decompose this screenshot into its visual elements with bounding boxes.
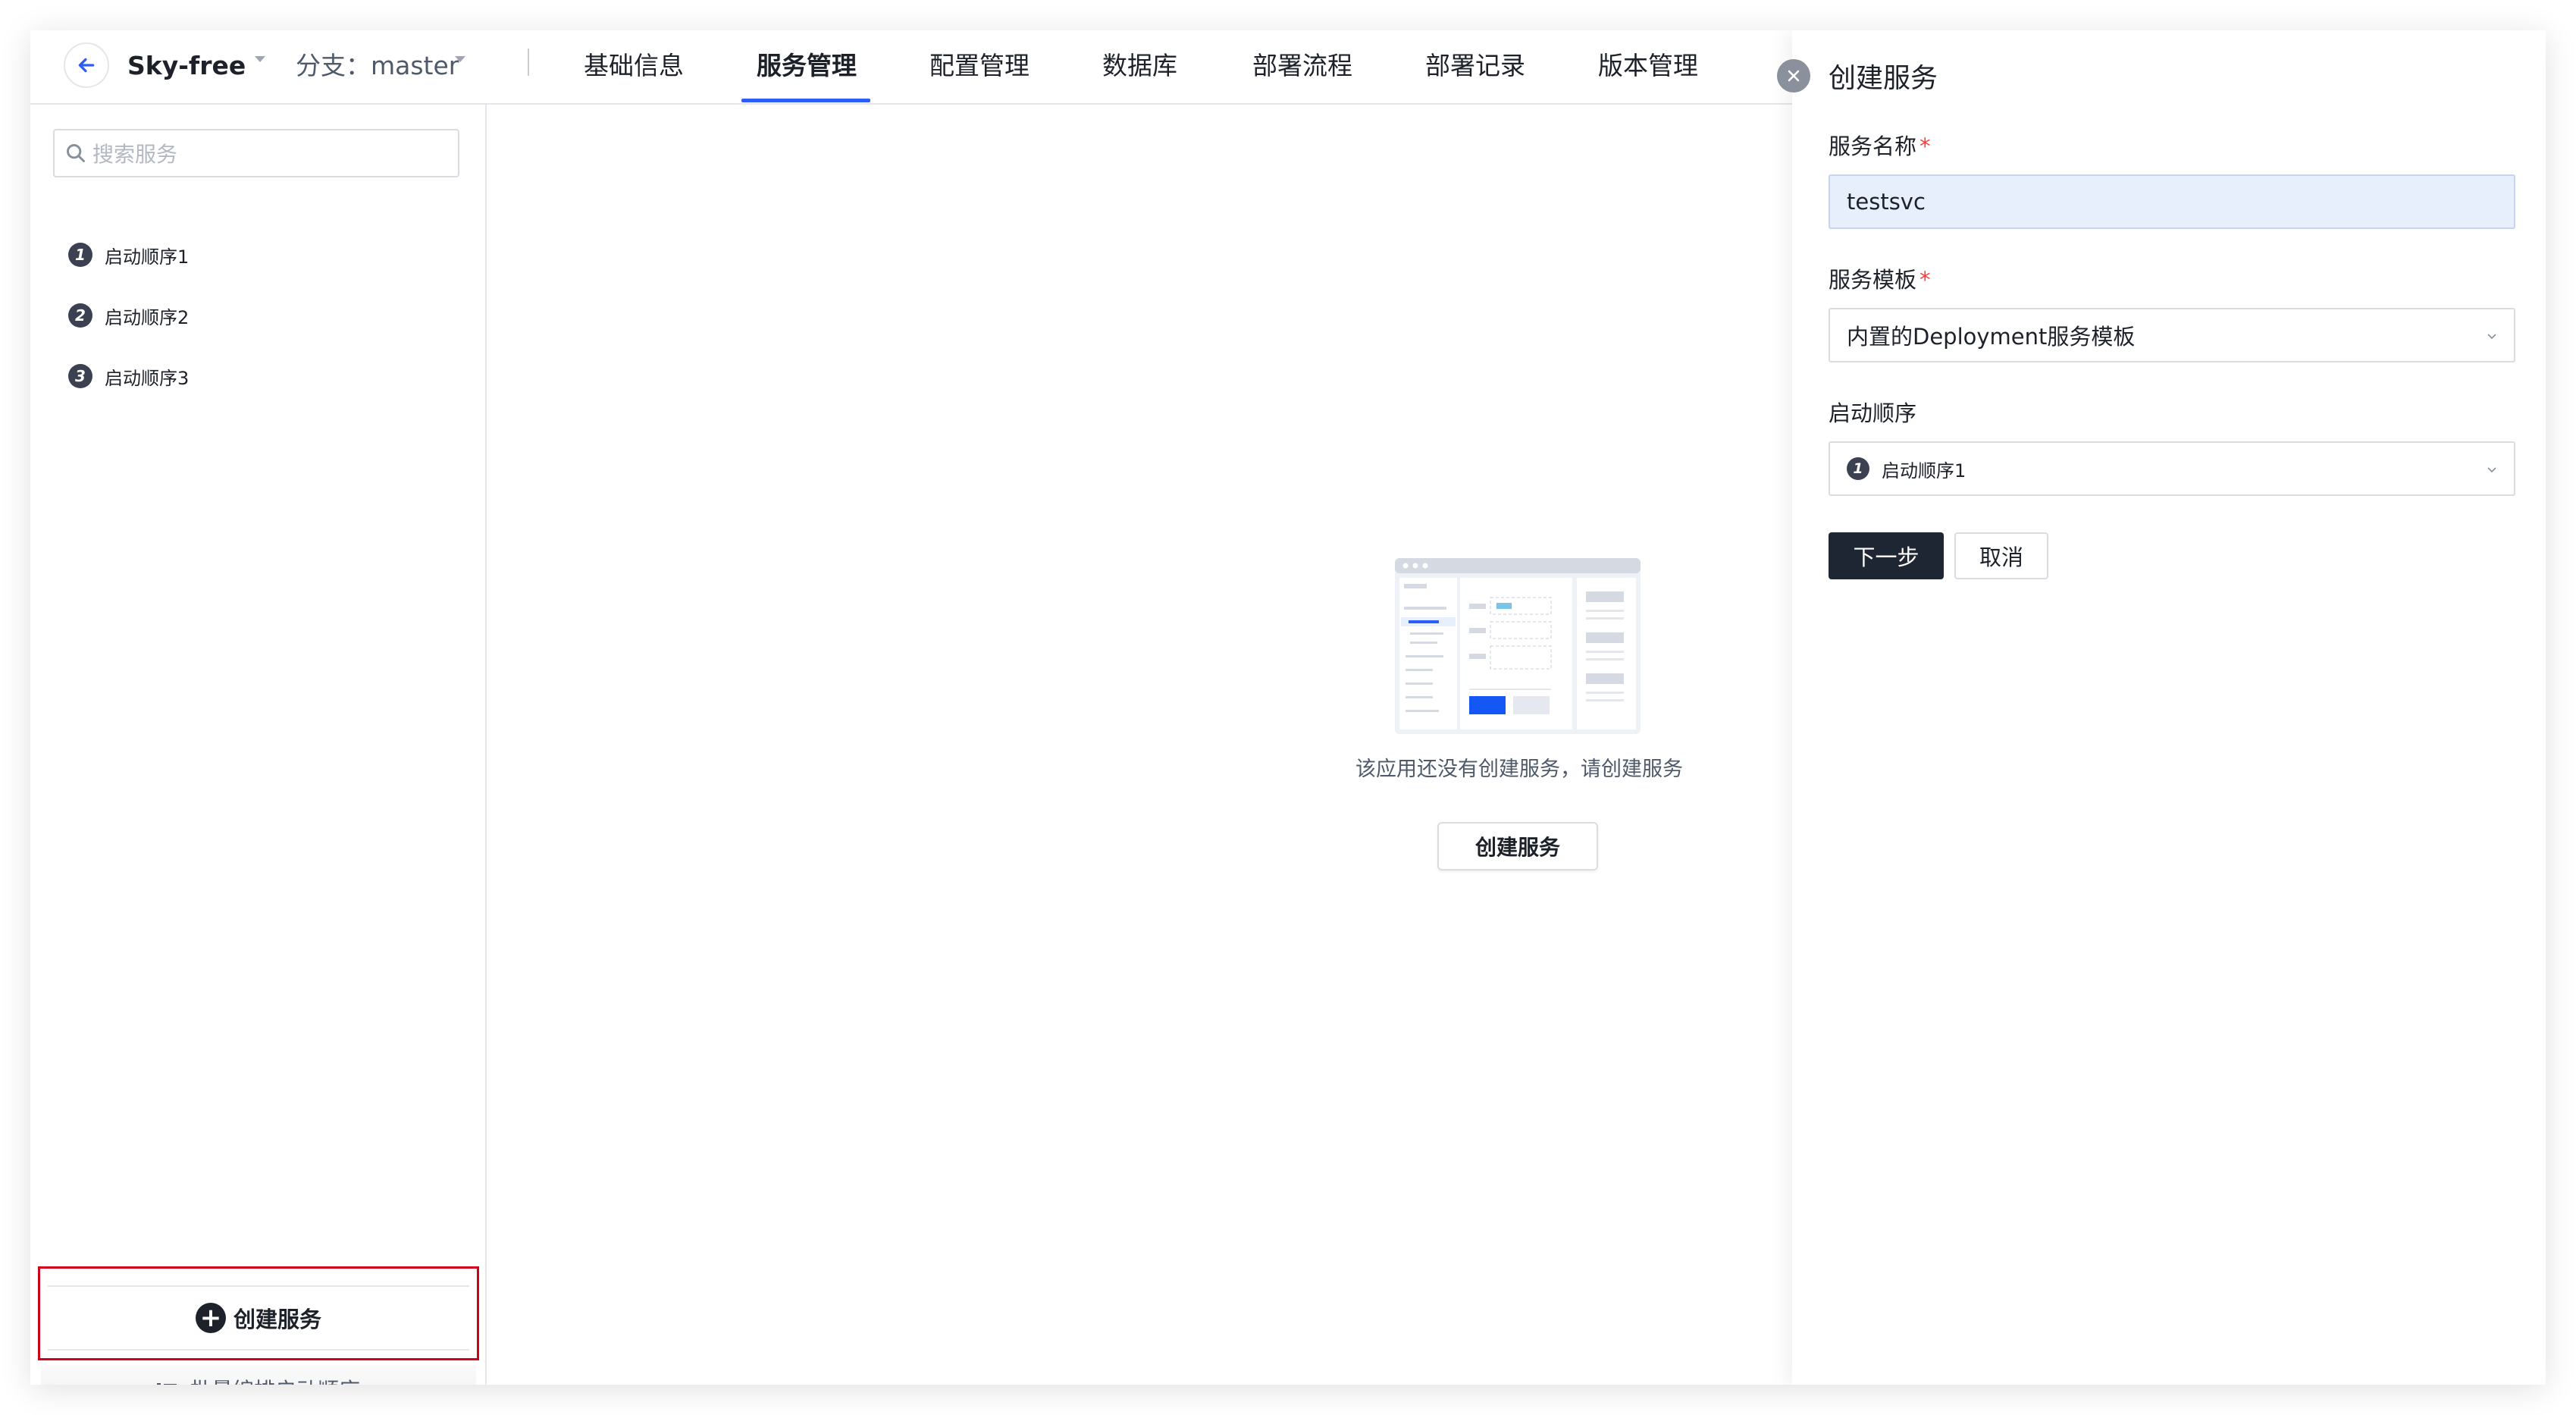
order-number-badge: 1: [1847, 457, 1869, 480]
service-sidebar: 1 启动顺序1 2 启动顺序2 3 启动顺序3 + 创建服务 批量编排启动顺序: [30, 105, 487, 1385]
start-order-select[interactable]: 1 启动顺序1: [1829, 441, 2515, 496]
app-window: Sky-free 分支：master 基础信息 服务管理 配置管理 数据库 部署…: [30, 30, 2546, 1385]
service-name-input[interactable]: [1830, 176, 2514, 227]
start-order-item-1[interactable]: 1 启动顺序1: [68, 240, 189, 270]
create-service-label: 创建服务: [233, 1307, 321, 1332]
empty-state-illustration: [1395, 558, 1641, 734]
cancel-button[interactable]: 取消: [1954, 532, 2048, 579]
template-label: 服务模板 *: [1829, 262, 1931, 294]
top-nav-bar: Sky-free 分支：master 基础信息 服务管理 配置管理 数据库 部署…: [30, 30, 1792, 105]
start-order-label: 启动顺序: [1829, 400, 1917, 426]
template-select[interactable]: 内置的Deployment服务模板: [1829, 308, 2515, 362]
create-service-drawer: 创建服务 服务名称* 服务模板* 内置的Deployment服务模板 启动顺序 …: [1777, 30, 2546, 1385]
empty-state-text: 该应用还没有创建服务，请创建服务: [1355, 758, 1683, 781]
chevron-down-icon[interactable]: [455, 56, 465, 62]
service-name-field[interactable]: [1829, 174, 2515, 229]
tab-config-management[interactable]: 配置管理: [929, 45, 1029, 86]
divider: [528, 49, 529, 76]
chevron-down-icon: [2487, 467, 2496, 473]
search-icon: [67, 144, 85, 162]
batch-edit-order-button[interactable]: 批量编排启动顺序: [41, 1365, 476, 1385]
back-button[interactable]: [64, 42, 109, 88]
start-order-label: 启动顺序2: [105, 306, 190, 328]
required-asterisk: *: [1919, 267, 1931, 293]
service-name-label-text: 服务名称: [1829, 133, 1917, 159]
start-order-item-2[interactable]: 2 启动顺序2: [68, 300, 189, 331]
search-input[interactable]: [91, 130, 450, 177]
next-step-button[interactable]: 下一步: [1829, 532, 1944, 579]
app-name-selector[interactable]: Sky-free: [127, 45, 246, 86]
tab-version-management[interactable]: 版本管理: [1598, 45, 1698, 86]
active-tab-indicator: [741, 99, 870, 102]
template-select-value: 内置的Deployment服务模板: [1847, 324, 2136, 350]
search-box[interactable]: [53, 129, 459, 177]
tab-deploy-pipeline[interactable]: 部署流程: [1252, 45, 1352, 86]
highlight-annotation-box: + 创建服务: [38, 1266, 479, 1360]
list-icon: [156, 1383, 177, 1385]
arrow-left-icon: [78, 58, 95, 73]
branch-selector[interactable]: 分支：master: [296, 45, 459, 86]
start-order-item-3[interactable]: 3 启动顺序3: [68, 361, 189, 391]
required-asterisk: *: [1919, 133, 1931, 159]
chevron-down-icon[interactable]: [255, 56, 265, 62]
service-name-label: 服务名称 *: [1829, 129, 1931, 161]
tab-basic-info[interactable]: 基础信息: [584, 45, 684, 86]
chevron-down-icon: [2487, 334, 2496, 340]
order-number-badge: 3: [68, 364, 92, 388]
start-order-label: 启动顺序3: [105, 367, 190, 389]
empty-state-create-service-button[interactable]: 创建服务: [1437, 822, 1598, 871]
drawer-close-button[interactable]: [1777, 59, 1810, 93]
tab-service-management[interactable]: 服务管理: [757, 45, 857, 86]
plus-circle-icon: +: [195, 1303, 226, 1333]
order-number-badge: 2: [68, 303, 92, 328]
template-label-text: 服务模板: [1829, 267, 1917, 293]
start-order-select-value: 启动顺序1: [1882, 460, 1966, 482]
order-number-badge: 1: [68, 243, 92, 267]
close-icon: [1788, 70, 1800, 82]
tab-deploy-records[interactable]: 部署记录: [1425, 45, 1525, 86]
sidebar-create-service-button[interactable]: + 创建服务: [48, 1285, 469, 1351]
tab-database[interactable]: 数据库: [1102, 45, 1177, 86]
drawer-title: 创建服务: [1829, 63, 1938, 94]
batch-edit-label: 批量编排启动顺序: [190, 1374, 360, 1385]
start-order-label: 启动顺序1: [105, 246, 190, 268]
